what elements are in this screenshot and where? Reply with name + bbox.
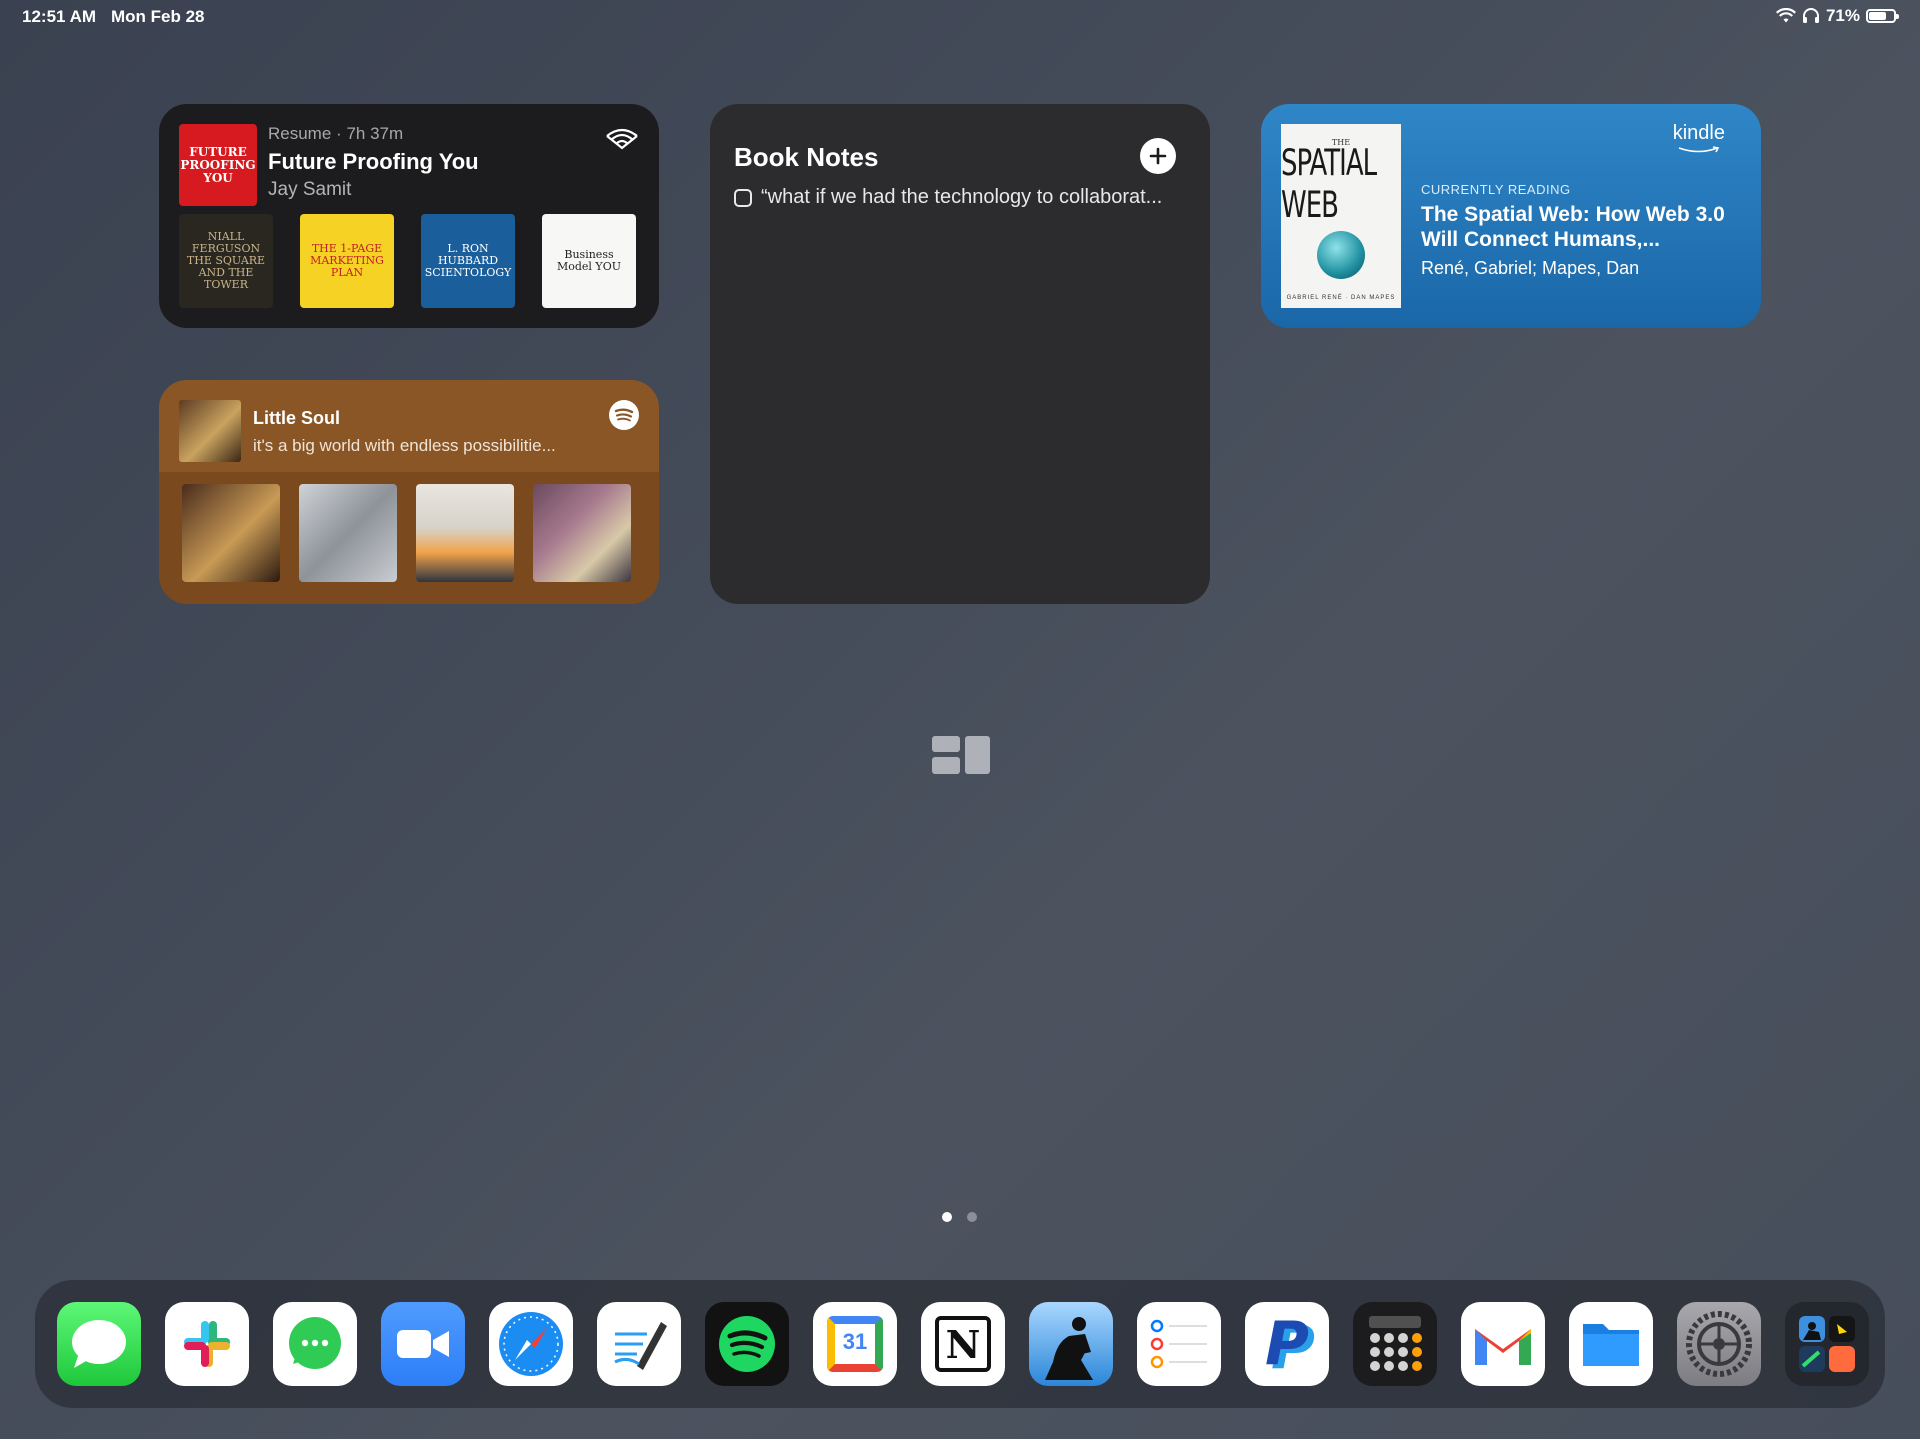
cover-text-line: PROOFING — [180, 157, 256, 172]
spotify-icon[interactable] — [705, 1302, 789, 1386]
calendar-icon[interactable]: 31 — [813, 1302, 897, 1386]
audible-library-list: NIALL FERGUSON THE SQUARE AND THE TOWER T… — [179, 214, 636, 308]
kindle-logo-text: kindle — [1672, 122, 1725, 144]
slack-icon[interactable] — [165, 1302, 249, 1386]
cover-text-line: FUTURE — [189, 144, 247, 159]
headphones-icon — [1802, 8, 1819, 23]
playlist-tile[interactable] — [299, 484, 397, 582]
notes-title: Book Notes — [734, 142, 879, 172]
track-subtitle: it's a big world with endless possibilit… — [253, 436, 556, 455]
paypal-icon[interactable]: P — [1245, 1302, 1329, 1386]
library-book-cover[interactable]: L. RON HUBBARD SCIENTOLOGY — [421, 214, 515, 308]
time-left: 7h 37m — [346, 124, 404, 143]
library-book-cover[interactable]: Business Model YOU — [542, 214, 636, 308]
writing-app-icon[interactable] — [597, 1302, 681, 1386]
battery-icon — [1866, 9, 1899, 23]
audible-logo-icon — [606, 128, 638, 150]
note-checkbox[interactable] — [734, 188, 752, 207]
spotify-logo-icon — [609, 400, 639, 430]
cover-globe-image — [1317, 231, 1365, 279]
playlist-tile[interactable] — [416, 484, 514, 582]
status-bar: 12:51 AM Mon Feb 28 71% — [0, 0, 1920, 34]
settings-icon[interactable] — [1677, 1302, 1761, 1386]
files-icon[interactable] — [1569, 1302, 1653, 1386]
kindle-book-author: René, Gabriel; Mapes, Dan — [1421, 258, 1640, 278]
note-text: “what if we had the technology to collab… — [761, 186, 1163, 208]
messages-icon[interactable] — [57, 1302, 141, 1386]
book-notes-widget[interactable]: Book Notes “what if we had the technolog… — [710, 104, 1210, 604]
page-dot[interactable] — [967, 1212, 977, 1222]
playlist-tile[interactable] — [533, 484, 631, 582]
safari-icon[interactable] — [489, 1302, 573, 1386]
wifi-icon — [1775, 8, 1796, 23]
amazon-smile-icon — [1678, 146, 1719, 153]
spotify-now-playing[interactable]: Little Soul it's a big world with endles… — [159, 380, 659, 472]
plus-icon — [1149, 147, 1167, 165]
currently-reading-label: CURRENTLY READING — [1421, 182, 1571, 197]
track-artwork — [179, 400, 241, 462]
note-item[interactable]: “what if we had the technology to collab… — [734, 186, 1162, 209]
kindle-logo: kindle — [1672, 122, 1725, 153]
kindle-book-cover[interactable]: THE SPATIAL WEB GABRIEL RENÉ · DAN MAPES — [1281, 124, 1401, 308]
audible-book-title: Future Proofing You — [268, 149, 479, 174]
page-dot[interactable] — [942, 1212, 952, 1222]
status-time: 12:51 AM — [22, 7, 97, 26]
resume-label: Resume — [268, 124, 332, 143]
whatsapp-icon[interactable] — [273, 1302, 357, 1386]
meta-separator: · — [336, 124, 342, 143]
notion-letter: N — [945, 1321, 981, 1367]
kindle-icon[interactable] — [1029, 1302, 1113, 1386]
paypal-letter: P — [1265, 1309, 1309, 1379]
audible-resume-meta: Resume · 7h 37m — [268, 124, 403, 144]
reminders-icon[interactable] — [1137, 1302, 1221, 1386]
library-book-cover[interactable]: NIALL FERGUSON THE SQUARE AND THE TOWER — [179, 214, 273, 308]
track-title: Little Soul — [253, 408, 340, 428]
cover-main-title: SPATIAL WEB — [1281, 143, 1377, 227]
status-date: Mon Feb 28 — [111, 7, 205, 26]
widget-gallery-icon[interactable] — [932, 736, 990, 774]
library-book-cover[interactable]: THE 1-PAGE MARKETING PLAN — [300, 214, 394, 308]
status-indicators: 71% — [1775, 6, 1899, 26]
zoom-icon[interactable] — [381, 1302, 465, 1386]
gmail-icon[interactable] — [1461, 1302, 1545, 1386]
page-indicator[interactable] — [942, 1212, 977, 1222]
battery-level — [1869, 12, 1886, 20]
notion-icon[interactable]: N — [921, 1302, 1005, 1386]
cover-text-line: YOU — [203, 170, 233, 185]
playlist-tile[interactable] — [182, 484, 280, 582]
kindle-book-title: The Spatial Web: How Web 3.0 Will Connec… — [1421, 203, 1725, 251]
app-library-icon[interactable] — [1785, 1302, 1869, 1386]
calculator-icon[interactable] — [1353, 1302, 1437, 1386]
recent-playlists — [182, 484, 631, 582]
cover-authors: GABRIEL RENÉ · DAN MAPES — [1286, 295, 1396, 301]
audible-book-author: Jay Samit — [268, 179, 352, 200]
audible-widget[interactable]: FUTURE PROOFING YOU Resume · 7h 37m Futu… — [159, 104, 659, 328]
battery-percent: 71% — [1825, 6, 1860, 25]
add-note-button[interactable] — [1140, 138, 1176, 174]
kindle-widget[interactable]: THE SPATIAL WEB GABRIEL RENÉ · DAN MAPES… — [1261, 104, 1761, 328]
dock: 31 N P — [35, 1280, 1885, 1408]
dock-apps: 31 N P — [57, 1302, 1869, 1386]
audible-current-cover[interactable]: FUTURE PROOFING YOU — [179, 124, 257, 206]
spotify-widget[interactable]: Little Soul it's a big world with endles… — [159, 380, 659, 604]
calendar-date: 31 — [842, 1329, 868, 1354]
